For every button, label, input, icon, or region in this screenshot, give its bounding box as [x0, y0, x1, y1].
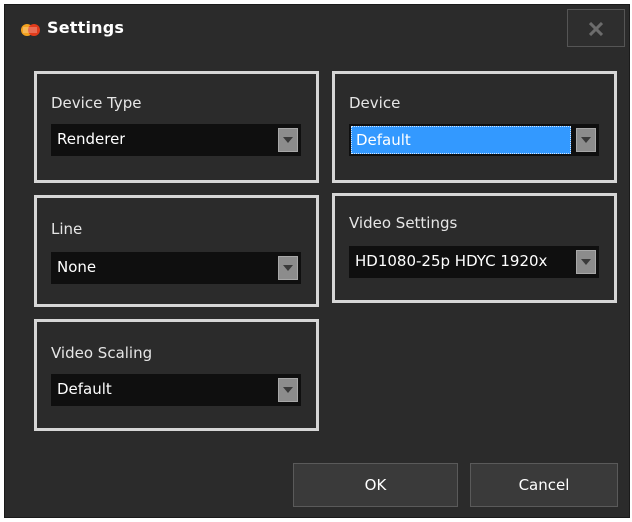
video-settings-label: Video Settings — [349, 214, 458, 232]
line-value: None — [57, 258, 97, 276]
device-type-value: Renderer — [57, 130, 126, 148]
device-value: Default — [351, 126, 571, 154]
settings-dialog: Settings Device Type Renderer Device Def… — [4, 4, 630, 518]
video-settings-value: HD1080-25p HDYC 1920x — [355, 252, 548, 270]
title-bar: Settings — [5, 5, 629, 49]
ok-button[interactable]: OK — [293, 463, 458, 507]
device-type-panel: Device Type Renderer — [34, 71, 319, 183]
video-scaling-label: Video Scaling — [51, 344, 153, 362]
video-scaling-value: Default — [57, 380, 112, 398]
jsp-logo-icon — [19, 21, 41, 37]
device-type-select[interactable]: Renderer — [51, 124, 301, 156]
video-scaling-select[interactable]: Default — [51, 374, 301, 406]
device-select[interactable]: Default — [349, 124, 599, 156]
chevron-down-icon[interactable] — [278, 378, 298, 402]
chevron-down-icon[interactable] — [278, 128, 298, 152]
video-settings-panel: Video Settings HD1080-25p HDYC 1920x — [332, 193, 617, 303]
cancel-button[interactable]: Cancel — [470, 463, 618, 507]
video-settings-select[interactable]: HD1080-25p HDYC 1920x — [349, 246, 599, 278]
line-label: Line — [51, 220, 83, 238]
device-label: Device — [349, 94, 401, 112]
device-panel: Device Default — [332, 71, 617, 183]
chevron-down-icon[interactable] — [576, 128, 596, 152]
line-panel: Line None — [34, 195, 319, 307]
window-title: Settings — [47, 18, 125, 37]
video-scaling-panel: Video Scaling Default — [34, 319, 319, 431]
chevron-down-icon[interactable] — [278, 256, 298, 280]
line-select[interactable]: None — [51, 252, 301, 284]
chevron-down-icon[interactable] — [576, 250, 596, 274]
close-button[interactable] — [567, 9, 625, 47]
device-type-label: Device Type — [51, 94, 142, 112]
